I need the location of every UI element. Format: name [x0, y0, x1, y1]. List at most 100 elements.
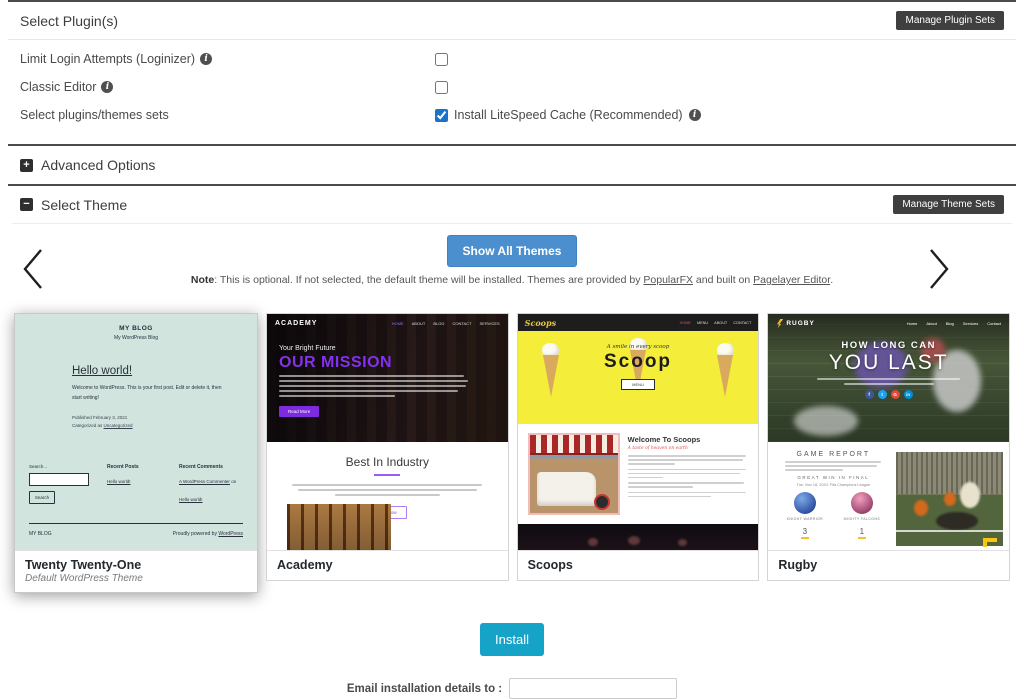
theme-name: Academy [277, 558, 498, 572]
tt1-post-body: Welcome to WordPress. This is your first… [72, 384, 222, 403]
select-plugins-section: Select Plugin(s) Manage Plugin Sets Limi… [8, 0, 1016, 144]
placeholder-text-lines [628, 455, 747, 465]
scoops-footer-image [518, 524, 759, 550]
tt1-recent-comments-title: Recent Comments [179, 464, 243, 470]
plugin-row-label: Classic Editor [20, 80, 96, 94]
academy-read-more-button: Read More [279, 406, 319, 417]
popularfx-link[interactable]: PopularFX [643, 274, 693, 286]
show-all-themes-button[interactable]: Show All Themes [447, 235, 578, 267]
tt1-recent-posts-title: Recent Posts [107, 464, 179, 470]
carousel-next-icon[interactable] [926, 247, 952, 294]
advanced-options-toggle[interactable]: + Advanced Options [8, 144, 1016, 184]
placeholder-text-lines [785, 461, 881, 471]
placeholder-text-lines [628, 469, 747, 479]
installer-page: Select Plugin(s) Manage Plugin Sets Limi… [8, 0, 1016, 699]
academy-atrium-image [287, 504, 391, 550]
scoops-welcome-title: Welcome To Scoops [628, 435, 747, 444]
academy-hero-title: OUR MISSION [279, 354, 472, 372]
email-input[interactable] [509, 678, 677, 699]
rugby-team2: MIGHTY FALCONS 1 [844, 492, 880, 539]
classic-editor-checkbox[interactable] [435, 81, 448, 94]
rugby-player-icon [776, 319, 783, 328]
theme-card-rugby[interactable]: RUGBY HomeAboutBlogServicesContact HOW L… [767, 313, 1010, 581]
info-icon[interactable]: i [200, 53, 212, 65]
theme-name: Rugby [778, 558, 999, 572]
note-prefix: Note [191, 274, 214, 286]
select-theme-section: − Select Theme Manage Theme Sets Show Al… [8, 184, 1016, 593]
tt1-site-title: MY BLOG [15, 325, 257, 332]
googleplus-icon: G [891, 390, 900, 399]
rugby-card-label: Rugby [768, 550, 1009, 580]
select-plugins-title: Select Plugin(s) [20, 13, 118, 29]
rugby-report-date: Tue, Nov 18, 2020: Fifa Champions League [776, 483, 890, 487]
rugby-hero-line1: HOW LONG CAN [768, 340, 1009, 351]
placeholder-text-lines [628, 482, 747, 488]
tt1-comment-post-link: Hello world! [179, 497, 203, 502]
scoops-menu-button: MENU [621, 379, 655, 390]
install-button[interactable]: Install [480, 623, 544, 656]
twitter-icon: t [878, 390, 887, 399]
theme-card-academy[interactable]: ACADEMY HOMEABOUTBLOGCONTACTSERVICES You… [266, 313, 509, 581]
scoops-hero-title: Scoop [518, 351, 759, 373]
plugin-row-label: Limit Login Attempts (Loginizer) [20, 52, 195, 66]
academy-preview: ACADEMY HOMEABOUTBLOGCONTACTSERVICES You… [267, 314, 508, 550]
tt1-comment-on: on [230, 479, 236, 484]
expand-plus-icon[interactable]: + [20, 159, 33, 172]
litespeed-label: Install LiteSpeed Cache (Recommended) [454, 108, 683, 122]
theme-subtitle: Default WordPress Theme [25, 573, 247, 584]
tt1-site-tagline: My WordPress Blog [15, 335, 257, 341]
rugby-nav: HomeAboutBlogServicesContact [907, 321, 1001, 326]
scoops-hero-script: A smile in every scoop [518, 331, 759, 350]
tt1-meta-published: Published February 3, 2021 [72, 414, 217, 422]
team1-score: 3 [801, 527, 809, 539]
info-icon[interactable]: i [689, 109, 701, 121]
collapse-minus-icon[interactable]: − [20, 198, 33, 211]
theme-cards-row: MY BLOG My WordPress Blog Hello world! W… [8, 304, 1016, 593]
note-text: : This is optional. If not selected, the… [214, 274, 643, 286]
academy-nav: HOMEABOUTBLOGCONTACTSERVICES [392, 321, 500, 326]
plugin-row-label: Select plugins/themes sets [20, 108, 169, 122]
tt1-meta-categorized: Categorized as [72, 423, 104, 428]
theme-note: Note: This is optional. If not selected,… [8, 274, 1016, 286]
rugby-hero-line2: YOU LAST [768, 351, 1009, 375]
tt1-post-meta: Published February 3, 2021 Categorized a… [72, 414, 217, 430]
tt1-card-label: Twenty Twenty-One Default WordPress Them… [15, 550, 257, 592]
theme-name: Twenty Twenty-One [25, 558, 247, 572]
scoops-logo: Scoops [525, 318, 556, 328]
litespeed-checkbox[interactable] [435, 109, 448, 122]
rugby-preview: RUGBY HomeAboutBlogServicesContact HOW L… [768, 314, 1009, 550]
carousel-prev-icon[interactable] [20, 247, 46, 294]
rugby-team1: KNIGHT WARRIOR 3 [787, 492, 824, 539]
note-text: . [830, 274, 833, 286]
academy-card-label: Academy [267, 550, 508, 580]
manage-theme-sets-button[interactable]: Manage Theme Sets [893, 195, 1004, 214]
theme-card-scoops[interactable]: Scoops HOMEMENUABOUTCONTACT A smile in e… [517, 313, 760, 581]
tt1-footer-site: MY BLOG [29, 531, 52, 537]
tt1-search-input [29, 473, 89, 486]
academy-hero-kicker: Your Bright Future [279, 345, 472, 352]
pagelayer-editor-link[interactable]: Pagelayer Editor [753, 274, 830, 286]
tt1-search-button: Search [29, 491, 55, 504]
manage-plugin-sets-button[interactable]: Manage Plugin Sets [896, 11, 1004, 30]
scoops-welcome-script: A taste of heaven on earth [628, 446, 747, 451]
team1-avatar [794, 492, 816, 514]
facebook-icon: f [865, 390, 874, 399]
loginizer-checkbox[interactable] [435, 53, 448, 66]
rugby-social-icons: f t G in [768, 390, 1009, 399]
email-label: Email installation details to : [347, 683, 502, 695]
plugin-row-loginizer: Limit Login Attempts (Loginizer) i [8, 45, 1016, 73]
theme-card-twenty-twenty-one[interactable]: MY BLOG My WordPress Blog Hello world! W… [14, 313, 258, 593]
plugin-row-classic-editor: Classic Editor i [8, 73, 1016, 101]
theme-name: Scoops [528, 558, 749, 572]
academy-section-title: Best In Industry [267, 455, 508, 469]
placeholder-text-lines [279, 375, 472, 397]
team2-avatar [851, 492, 873, 514]
scoops-nav: HOMEMENUABOUTCONTACT [680, 321, 752, 325]
academy-logo: ACADEMY [275, 320, 317, 327]
info-icon[interactable]: i [101, 81, 113, 93]
placeholder-text-lines [292, 484, 482, 496]
tt1-comment-author-link: A WordPress Commenter [179, 479, 230, 484]
linkedin-icon: in [904, 390, 913, 399]
rugby-corner-accent [983, 538, 997, 547]
tt1-recent-post-link: Hello world! [107, 479, 131, 484]
